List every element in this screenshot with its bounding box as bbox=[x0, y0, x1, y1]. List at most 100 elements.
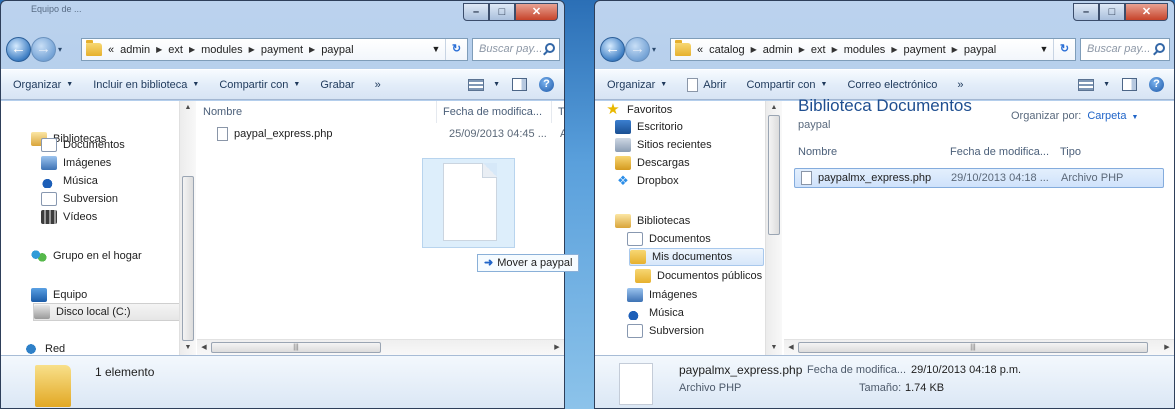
breadcrumb-item[interactable]: paypal bbox=[964, 44, 996, 56]
column-header-name[interactable]: Nombre bbox=[197, 101, 437, 123]
breadcrumb-item[interactable]: modules bbox=[844, 44, 886, 56]
recent-pages-dropdown[interactable]: ▾ bbox=[652, 45, 660, 54]
navigation-pane[interactable]: ★ Favoritos Escritorio Sitios recientes D… bbox=[595, 101, 783, 355]
breadcrumb-overflow[interactable]: « bbox=[697, 44, 703, 56]
maximize-button[interactable]: □ bbox=[1099, 3, 1125, 21]
maximize-button[interactable]: □ bbox=[489, 3, 515, 21]
nav-scrollbar[interactable]: ▲ ▼ bbox=[179, 101, 196, 355]
email-button[interactable]: Correo electrónico bbox=[847, 79, 937, 91]
nav-item-libraries[interactable]: Bibliotecas bbox=[615, 212, 690, 230]
more-commands-button[interactable]: » bbox=[375, 79, 381, 91]
breadcrumb-item[interactable]: payment bbox=[261, 44, 303, 56]
nav-item-videos[interactable]: Vídeos bbox=[41, 208, 97, 226]
column-header-modified[interactable]: Fecha de modifica... bbox=[944, 141, 1054, 163]
breadcrumb-item[interactable]: admin bbox=[120, 44, 150, 56]
breadcrumb-separator-icon[interactable]: ▶ bbox=[751, 45, 757, 54]
nav-item-desktop[interactable]: Escritorio bbox=[615, 118, 683, 136]
close-button[interactable]: ✕ bbox=[515, 3, 558, 21]
breadcrumb-item[interactable]: payment bbox=[903, 44, 945, 56]
search-icon[interactable] bbox=[1155, 43, 1165, 53]
address-dropdown-icon[interactable]: ▼ bbox=[1035, 39, 1053, 60]
nav-item-music[interactable]: Música bbox=[627, 304, 684, 322]
organize-menu[interactable]: Organizar ▼ bbox=[607, 79, 667, 91]
address-bar[interactable]: « catalog ▶ admin ▶ ext ▶ modules ▶ payment ▶… bbox=[670, 38, 1076, 61]
organize-menu[interactable]: Organizar ▼ bbox=[13, 79, 73, 91]
arrange-by[interactable]: Organizar por: Carpeta ▼ bbox=[1011, 110, 1138, 122]
minimize-button[interactable]: – bbox=[1073, 3, 1099, 21]
breadcrumb-item[interactable]: ext bbox=[168, 44, 183, 56]
nav-item-images[interactable]: Imágenes bbox=[627, 286, 697, 304]
scroll-thumb[interactable]: ||| bbox=[211, 342, 381, 353]
breadcrumb-separator-icon[interactable]: ▶ bbox=[249, 45, 255, 54]
nav-scrollbar[interactable]: ▲ ▼ bbox=[765, 101, 782, 355]
library-view[interactable]: Biblioteca Documentos paypal Organizar p… bbox=[784, 96, 1174, 355]
breadcrumb-separator-icon[interactable]: ▶ bbox=[799, 45, 805, 54]
change-view-icon[interactable] bbox=[1078, 78, 1095, 91]
recent-pages-dropdown[interactable]: ▾ bbox=[58, 45, 66, 54]
breadcrumb-item[interactable]: ext bbox=[811, 44, 826, 56]
navigation-pane[interactable]: Bibliotecas Documentos Imágenes Música S… bbox=[1, 101, 196, 356]
search-input[interactable]: Buscar pay... bbox=[1080, 38, 1170, 61]
breadcrumb-item[interactable]: admin bbox=[763, 44, 793, 56]
scroll-thumb[interactable]: ||| bbox=[798, 342, 1148, 353]
nav-item-homegroup[interactable]: Grupo en el hogar bbox=[31, 247, 142, 265]
breadcrumb-item[interactable]: catalog bbox=[709, 44, 744, 56]
column-header-modified[interactable]: Fecha de modifica... bbox=[437, 101, 552, 123]
scroll-up-icon[interactable]: ▲ bbox=[180, 101, 196, 115]
nav-item-documents[interactable]: Documentos bbox=[41, 136, 125, 154]
nav-item-favorites[interactable]: ★ Favoritos bbox=[605, 101, 672, 119]
file-row[interactable]: paypal_express.php 25/09/2013 04:45 ... … bbox=[211, 124, 564, 144]
close-button[interactable]: ✕ bbox=[1125, 3, 1168, 21]
nav-item-public-documents[interactable]: Documentos públicos bbox=[635, 267, 762, 285]
breadcrumb-item[interactable]: paypal bbox=[321, 44, 353, 56]
more-commands-button[interactable]: » bbox=[957, 79, 963, 91]
nav-item-subversion[interactable]: Subversion bbox=[41, 190, 118, 208]
nav-item-computer[interactable]: Equipo bbox=[31, 286, 87, 304]
open-button[interactable]: Abrir bbox=[687, 77, 726, 92]
file-row[interactable]: paypalmx_express.php 29/10/2013 04:18 ..… bbox=[794, 168, 1164, 188]
scroll-down-icon[interactable]: ▼ bbox=[766, 341, 782, 355]
help-icon[interactable]: ? bbox=[1149, 77, 1164, 92]
share-with-menu[interactable]: Compartir con ▼ bbox=[219, 79, 300, 91]
breadcrumb-overflow[interactable]: « bbox=[108, 44, 114, 56]
scroll-left-icon[interactable]: ◀ bbox=[197, 340, 211, 356]
breadcrumb-separator-icon[interactable]: ▶ bbox=[309, 45, 315, 54]
address-dropdown-icon[interactable]: ▼ bbox=[427, 39, 445, 60]
scroll-up-icon[interactable]: ▲ bbox=[766, 101, 782, 115]
nav-item-dropbox[interactable]: ❖ Dropbox bbox=[615, 172, 678, 190]
refresh-icon[interactable]: ↻ bbox=[1053, 39, 1075, 60]
horizontal-scrollbar[interactable]: ◀ ||| ▶ bbox=[784, 339, 1174, 355]
search-icon[interactable] bbox=[545, 43, 555, 53]
arrange-value[interactable]: Carpeta bbox=[1087, 110, 1126, 122]
scroll-thumb[interactable] bbox=[182, 176, 194, 341]
column-header-name[interactable]: Nombre bbox=[792, 141, 944, 163]
preview-pane-icon[interactable] bbox=[1122, 78, 1137, 91]
title-bar[interactable]: Equipo de ... – □ ✕ bbox=[1, 1, 564, 27]
minimize-button[interactable]: – bbox=[463, 3, 489, 21]
scroll-right-icon[interactable]: ▶ bbox=[1160, 340, 1174, 356]
scroll-left-icon[interactable]: ◀ bbox=[784, 340, 798, 356]
breadcrumb-separator-icon[interactable]: ▶ bbox=[952, 45, 958, 54]
help-icon[interactable]: ? bbox=[539, 77, 554, 92]
change-view-icon[interactable] bbox=[468, 78, 485, 91]
chevron-down-icon[interactable]: ▼ bbox=[1103, 81, 1110, 88]
share-with-menu[interactable]: Compartir con ▼ bbox=[746, 79, 827, 91]
breadcrumb-separator-icon[interactable]: ▶ bbox=[832, 45, 838, 54]
column-header-type[interactable]: Tipo bbox=[1054, 141, 1154, 163]
forward-button[interactable]: → bbox=[31, 37, 56, 62]
breadcrumb-item[interactable]: modules bbox=[201, 44, 243, 56]
forward-button[interactable]: → bbox=[625, 37, 650, 62]
address-bar[interactable]: « admin ▶ ext ▶ modules ▶ payment ▶ paypal ▼… bbox=[81, 38, 468, 61]
back-button[interactable]: ← bbox=[600, 37, 625, 62]
nav-item-local-disk[interactable]: Disco local (C:) bbox=[33, 303, 180, 321]
search-input[interactable]: Buscar pay... bbox=[472, 38, 560, 61]
scroll-right-icon[interactable]: ▶ bbox=[550, 340, 564, 356]
nav-item-recent[interactable]: Sitios recientes bbox=[615, 136, 712, 154]
scroll-down-icon[interactable]: ▼ bbox=[180, 341, 196, 355]
include-in-library-menu[interactable]: Incluir en biblioteca ▼ bbox=[93, 79, 199, 91]
explorer-window-right[interactable]: – □ ✕ ← → ▾ « catalog ▶ admin ▶ ext ▶ modul… bbox=[594, 0, 1175, 409]
nav-item-my-documents[interactable]: Mis documentos bbox=[629, 248, 764, 266]
breadcrumb-separator-icon[interactable]: ▶ bbox=[156, 45, 162, 54]
nav-item-music[interactable]: Música bbox=[41, 172, 98, 190]
title-bar[interactable]: – □ ✕ bbox=[595, 1, 1174, 27]
